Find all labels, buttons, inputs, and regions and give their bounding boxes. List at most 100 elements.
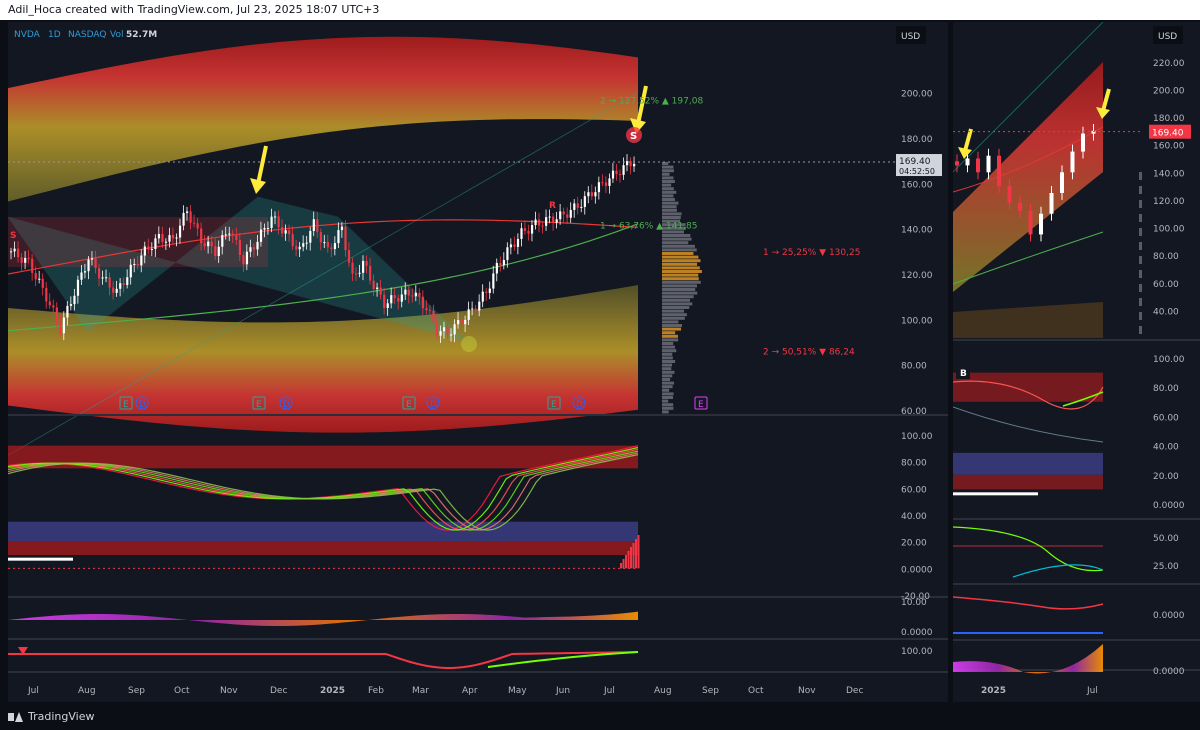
volume-profile-bar bbox=[662, 342, 674, 345]
candle-body bbox=[147, 246, 150, 250]
candle-body bbox=[274, 216, 277, 218]
resistance-signal-label: R bbox=[549, 201, 556, 211]
candle-body bbox=[407, 289, 410, 296]
candle-body bbox=[414, 292, 417, 297]
weekly-osc-y-tick: 0.0000 bbox=[1153, 501, 1185, 511]
volume-profile-bar bbox=[662, 392, 674, 396]
candle-body bbox=[446, 327, 449, 335]
oscillator-y-tick: 100.00 bbox=[901, 432, 933, 442]
candle-body bbox=[481, 291, 484, 302]
candle-body bbox=[541, 225, 544, 227]
weekly-osc-y-tick: 40.00 bbox=[1153, 443, 1179, 453]
weekly-arrow-left-head bbox=[958, 147, 972, 159]
candle-body bbox=[383, 294, 386, 308]
volume-profile-bar bbox=[662, 180, 675, 183]
main-y-tick: 100.00 bbox=[901, 316, 933, 326]
weekly-y-tick: 140.00 bbox=[1153, 169, 1185, 179]
weekly-lower-band bbox=[953, 302, 1103, 338]
weekly-osc4-y-tick: 0.0000 bbox=[1153, 667, 1185, 677]
volume-profile-bar bbox=[662, 356, 673, 360]
weekly-y-tick: 180.00 bbox=[1153, 114, 1185, 124]
dividend-badge-label[interactable]: D bbox=[576, 400, 583, 410]
candle-body bbox=[354, 273, 358, 275]
last-price-value: 169.40 bbox=[899, 157, 931, 167]
candle-body bbox=[428, 310, 432, 312]
candle-body bbox=[38, 278, 41, 280]
candle-body bbox=[171, 234, 175, 239]
candle-body bbox=[509, 244, 513, 248]
candle-body bbox=[242, 255, 245, 265]
yellow-arrow-left-shaft bbox=[256, 145, 268, 185]
earnings-badge-label[interactable]: E bbox=[406, 400, 412, 410]
weekly-candle-body bbox=[1039, 213, 1043, 235]
weekly-badge: B bbox=[960, 369, 967, 379]
candle-body bbox=[157, 233, 161, 239]
candle-body bbox=[516, 238, 520, 247]
oversold-zone bbox=[8, 521, 638, 542]
earnings-badge-label[interactable]: E bbox=[551, 400, 557, 410]
weekly-y-tick: 80.00 bbox=[1153, 252, 1179, 262]
earnings-badge-label[interactable]: E bbox=[698, 400, 704, 410]
oscillator-y-tick: 20.00 bbox=[901, 539, 927, 549]
weekly-chart-svg[interactable]: USD 220.00 200.00 180.00 160.00 140.00 120.00 1… bbox=[953, 22, 1200, 702]
candle-body bbox=[256, 241, 259, 250]
candle-body bbox=[41, 278, 44, 288]
weekly-volume-profile-bar bbox=[1139, 214, 1142, 222]
candle-body bbox=[101, 277, 104, 279]
currency-label[interactable]: USD bbox=[901, 32, 920, 42]
main-y-tick: 180.00 bbox=[901, 135, 933, 145]
candle-body bbox=[115, 288, 118, 293]
volume-profile-bar bbox=[662, 378, 671, 381]
candle-body bbox=[178, 225, 182, 238]
volume-profile-bar bbox=[662, 255, 699, 259]
volume-profile-bar bbox=[662, 381, 675, 385]
candle-body bbox=[221, 235, 224, 247]
weekly-y-tick: 200.00 bbox=[1153, 86, 1185, 96]
dividend-badge-label[interactable]: D bbox=[139, 400, 146, 410]
weekly-overbought-zone bbox=[953, 372, 1103, 402]
candle-body bbox=[238, 239, 241, 256]
candle-body bbox=[129, 264, 132, 278]
weekly-candle-body bbox=[1028, 210, 1033, 235]
candle-body bbox=[217, 246, 220, 257]
earnings-badge-label[interactable]: E bbox=[123, 400, 129, 410]
volume-profile-bar bbox=[662, 273, 699, 277]
oscillator-y-tick: 40.00 bbox=[901, 512, 927, 522]
candle-body bbox=[108, 277, 111, 288]
volume-profile-bar bbox=[662, 280, 701, 284]
candle-body bbox=[235, 235, 238, 240]
candle-body bbox=[266, 227, 270, 229]
weekly-volume-profile-bar bbox=[1139, 172, 1142, 180]
main-chart-panel[interactable]: S R S 2 → 127,52% ▲ 197,08 1 → 63,76% ▲ 141,… bbox=[8, 22, 948, 702]
dividend-badge-label[interactable]: D bbox=[430, 400, 437, 410]
candle-body bbox=[45, 287, 48, 302]
volume-profile-bar bbox=[662, 252, 694, 255]
candle-body bbox=[161, 233, 164, 243]
candle-body bbox=[182, 212, 185, 226]
x-axis-tick: Oct bbox=[748, 686, 764, 696]
candle-body bbox=[604, 182, 608, 186]
candle-body bbox=[319, 232, 322, 243]
candle-body bbox=[87, 259, 90, 272]
x-axis-tick: Sep bbox=[128, 686, 145, 696]
dividend-badge-label[interactable]: D bbox=[283, 400, 290, 410]
candle-body bbox=[362, 260, 365, 273]
weekly-chart-panel[interactable]: USD 220.00 200.00 180.00 160.00 140.00 120.00 1… bbox=[953, 22, 1200, 702]
weekly-volume-profile-bar bbox=[1139, 200, 1142, 208]
x-axis-tick: Aug bbox=[654, 686, 672, 696]
main-chart-svg[interactable]: S R S 2 → 127,52% ▲ 197,08 1 → 63,76% ▲ 141,… bbox=[8, 22, 948, 702]
candle-body bbox=[207, 241, 210, 247]
legend-symbol: NVDA bbox=[14, 30, 41, 40]
tradingview-logo[interactable]: TradingView bbox=[8, 710, 94, 723]
candle-body bbox=[376, 287, 379, 290]
weekly-osc2-y-tick: 50.00 bbox=[1153, 534, 1179, 544]
x-axis-tick: Dec bbox=[270, 686, 287, 696]
weekly-x-tick: 2025 bbox=[981, 686, 1006, 696]
earnings-badge-label[interactable]: E bbox=[256, 400, 262, 410]
volume-profile-bar bbox=[662, 406, 674, 410]
weekly-candle-body bbox=[1060, 172, 1064, 193]
weekly-currency-label[interactable]: USD bbox=[1158, 32, 1177, 42]
candle-body bbox=[17, 248, 20, 258]
oscillator-histogram-bar bbox=[637, 535, 640, 569]
x-axis-tick: Feb bbox=[368, 686, 384, 696]
